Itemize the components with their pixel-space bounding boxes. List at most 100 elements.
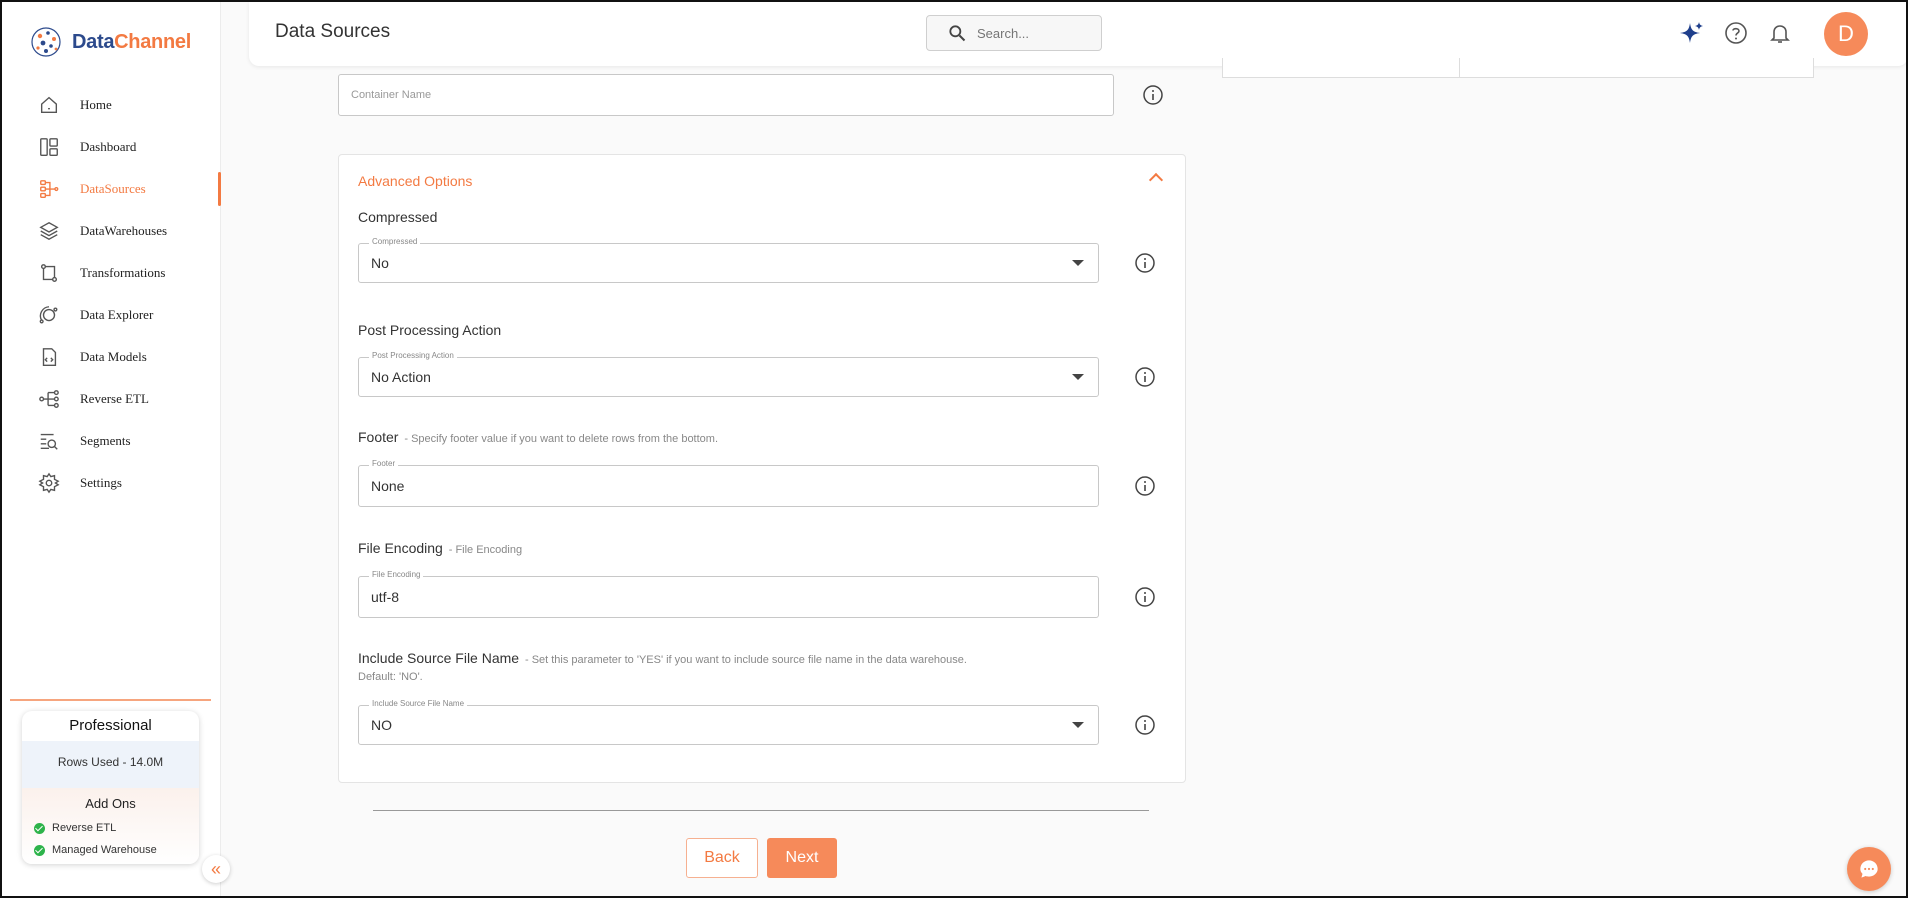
file-encoding-value: utf-8 bbox=[371, 589, 400, 605]
footer-float-label: Footer bbox=[369, 459, 399, 468]
home-icon bbox=[36, 92, 62, 118]
include-source-float-label: Include Source File Name bbox=[369, 699, 468, 708]
sidebar-item-label: Segments bbox=[80, 433, 131, 448]
include-source-heading: Include Source File Name - Set this para… bbox=[358, 650, 967, 666]
next-button[interactable]: Next bbox=[767, 838, 837, 878]
footer-label: Footer bbox=[358, 429, 399, 445]
include-source-select[interactable]: Include Source File Name NO bbox=[358, 699, 1099, 745]
dropdown-arrow-icon bbox=[1072, 260, 1084, 266]
page-title: Data Sources bbox=[275, 21, 391, 42]
info-icon[interactable] bbox=[1142, 84, 1164, 106]
dropdown-arrow-icon bbox=[1072, 722, 1084, 728]
post-processing-value: No Action bbox=[371, 369, 431, 385]
addon-item: Managed Warehouse bbox=[22, 839, 199, 861]
sidebar-item-segments[interactable]: Segments bbox=[2, 420, 221, 462]
logo-text: DataChannel bbox=[72, 31, 191, 54]
include-source-default: Default: 'NO'. bbox=[358, 671, 423, 683]
footer-heading: Footer - Specify footer value if you wan… bbox=[358, 429, 718, 445]
file-encoding-label: File Encoding bbox=[358, 540, 443, 556]
info-icon[interactable] bbox=[1134, 586, 1156, 608]
data-models-icon bbox=[36, 344, 62, 370]
sidebar-item-label: Transformations bbox=[80, 265, 166, 280]
sidebar-item-home[interactable]: Home bbox=[2, 84, 221, 126]
sidebar-item-label: Reverse ETL bbox=[80, 391, 149, 406]
logo-icon bbox=[31, 27, 61, 57]
chevron-up-icon[interactable] bbox=[1148, 172, 1164, 188]
include-source-label: Include Source File Name bbox=[358, 650, 520, 666]
addon-label: Reverse ETL bbox=[52, 822, 117, 834]
file-encoding-float-label: File Encoding bbox=[369, 570, 424, 579]
file-encoding-hint: - File Encoding bbox=[448, 544, 523, 556]
addon-item: Reverse ETL bbox=[22, 817, 199, 839]
post-processing-select[interactable]: Post Processing Action No Action bbox=[358, 351, 1099, 397]
compressed-select[interactable]: Compressed No bbox=[358, 237, 1099, 283]
addons-title: Add Ons bbox=[85, 796, 136, 811]
sidebar-item-reverse-etl[interactable]: Reverse ETL bbox=[2, 378, 221, 420]
brand-logo[interactable]: DataChannel bbox=[28, 24, 191, 60]
check-icon bbox=[34, 844, 45, 856]
partial-table bbox=[1222, 58, 1814, 78]
back-button[interactable]: Back bbox=[686, 838, 758, 878]
sidebar-item-label: DataWarehouses bbox=[80, 223, 168, 238]
sparkle-ai-icon[interactable] bbox=[1679, 20, 1705, 46]
info-icon[interactable] bbox=[1134, 475, 1156, 497]
dropdown-arrow-icon bbox=[1072, 374, 1084, 380]
transform-icon bbox=[36, 260, 62, 286]
bell-icon[interactable] bbox=[1767, 20, 1793, 46]
sidebar-item-data-models[interactable]: Data Models bbox=[2, 336, 221, 378]
table-column-divider bbox=[1459, 58, 1460, 78]
file-encoding-heading: File Encoding - File Encoding bbox=[358, 540, 522, 556]
sidebar-item-settings[interactable]: Settings bbox=[2, 462, 221, 504]
info-icon[interactable] bbox=[1134, 366, 1156, 388]
container-name-placeholder: Container Name bbox=[351, 89, 432, 101]
datasources-icon bbox=[36, 176, 62, 202]
sidebar-item-label: Data Models bbox=[80, 349, 147, 364]
chat-icon bbox=[1860, 860, 1878, 878]
dashboard-icon bbox=[36, 134, 62, 160]
footer-hint: - Specify footer value if you want to de… bbox=[404, 433, 719, 445]
plan-name: Professional bbox=[69, 717, 152, 734]
sidebar-item-label: Data Explorer bbox=[80, 307, 154, 322]
form-divider bbox=[373, 810, 1149, 811]
include-source-hint: - Set this parameter to 'YES' if you wan… bbox=[524, 654, 967, 666]
container-name-input[interactable]: Container Name bbox=[338, 74, 1114, 116]
sidebar-item-datasources[interactable]: DataSources bbox=[2, 168, 221, 210]
sidebar-item-data-explorer[interactable]: Data Explorer bbox=[2, 294, 221, 336]
chat-button[interactable] bbox=[1847, 847, 1891, 891]
search-input[interactable] bbox=[977, 25, 1087, 41]
check-icon bbox=[34, 822, 45, 834]
avatar[interactable]: D bbox=[1824, 12, 1868, 56]
advanced-options-toggle[interactable]: Advanced Options bbox=[358, 173, 472, 189]
post-processing-float-label: Post Processing Action bbox=[369, 351, 457, 360]
search-icon bbox=[949, 25, 966, 42]
rows-used: Rows Used - 14.0M bbox=[22, 741, 199, 788]
logo-text-channel: Channel bbox=[114, 30, 191, 53]
search-box[interactable] bbox=[926, 15, 1102, 51]
sidebar-nav: Home Dashboard DataSources DataWarehouse… bbox=[2, 84, 221, 504]
addon-label: Managed Warehouse bbox=[52, 844, 157, 856]
gear-icon bbox=[36, 470, 62, 496]
post-processing-heading: Post Processing Action bbox=[358, 322, 502, 338]
help-icon[interactable] bbox=[1723, 20, 1749, 46]
segments-icon bbox=[36, 428, 62, 454]
footer-input[interactable]: Footer None bbox=[358, 459, 1099, 507]
sidebar-item-transformations[interactable]: Transformations bbox=[2, 252, 221, 294]
collapse-sidebar-button[interactable]: « bbox=[202, 855, 230, 883]
file-encoding-input[interactable]: File Encoding utf-8 bbox=[358, 570, 1099, 618]
sidebar-item-dashboard[interactable]: Dashboard bbox=[2, 126, 221, 168]
info-icon[interactable] bbox=[1134, 714, 1156, 736]
explorer-icon bbox=[36, 302, 62, 328]
plan-card: Professional Rows Used - 14.0M Add Ons R… bbox=[22, 711, 199, 864]
sidebar-item-label: Home bbox=[80, 97, 112, 112]
info-icon[interactable] bbox=[1134, 252, 1156, 274]
sidebar-item-label: DataSources bbox=[80, 181, 146, 196]
sidebar-item-label: Dashboard bbox=[80, 139, 137, 154]
layers-icon bbox=[36, 218, 62, 244]
app-window: DataChannel Home Dashboard DataSources D… bbox=[0, 0, 1908, 898]
sidebar-item-datawarehouses[interactable]: DataWarehouses bbox=[2, 210, 221, 252]
advanced-options-panel: Advanced Options Compressed Compressed N… bbox=[338, 154, 1186, 783]
sidebar: DataChannel Home Dashboard DataSources D… bbox=[2, 2, 221, 896]
top-bar: Data Sources D bbox=[249, 2, 1906, 66]
reverse-etl-icon bbox=[36, 386, 62, 412]
compressed-heading: Compressed bbox=[358, 209, 438, 225]
